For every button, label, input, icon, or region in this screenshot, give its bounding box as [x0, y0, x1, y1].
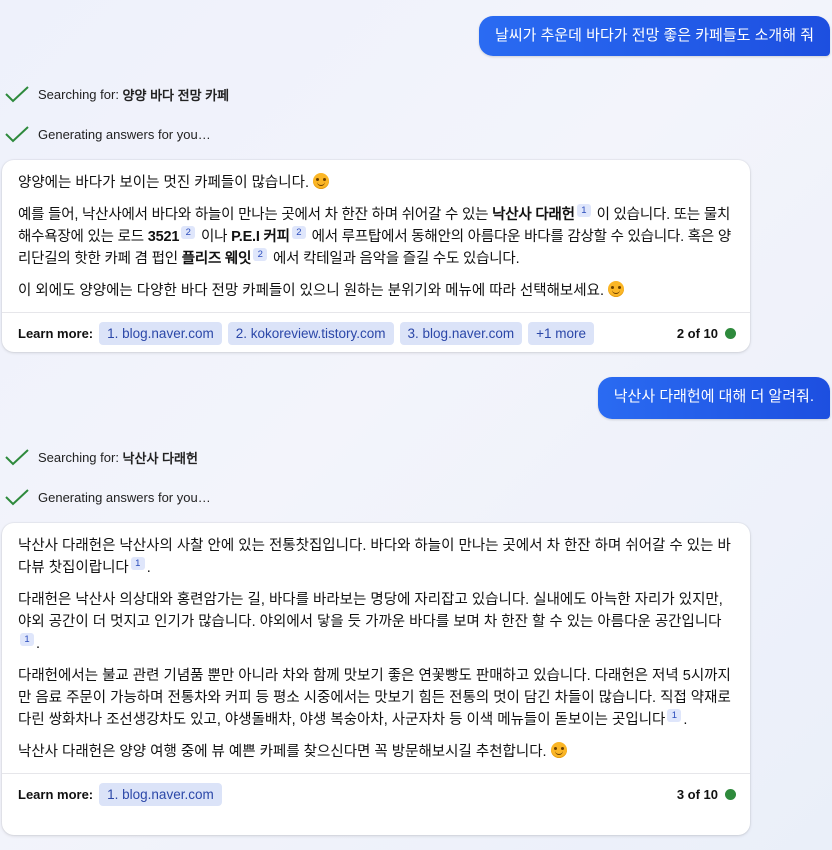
user-message: 날씨가 추운데 바다가 전망 좋은 카페들도 소개해 줘	[479, 16, 830, 56]
learn-more-label: Learn more:	[18, 325, 94, 341]
source-link-1[interactable]: 1. blog.naver.com	[99, 321, 222, 345]
generating-text: Generating answers for you…	[38, 489, 211, 505]
user-message-text: 낙산사 다래헌에 대해 더 알려줘.	[613, 388, 814, 405]
answer-paragraph: 이 외에도 양양에는 다양한 바다 전망 카페들이 있으니 원하는 분위기와 메…	[18, 280, 734, 302]
searching-query: 낙산사 다래헌	[122, 450, 198, 466]
user-message: 낙산사 다래헌에 대해 더 알려줘.	[597, 377, 830, 419]
generating-status: Generating answers for you…	[0, 123, 211, 145]
answer-paragraph: 다래헌은 낙산사 의상대와 홍련암가는 길, 바다를 바라보는 명당에 자리잡고…	[18, 592, 723, 652]
smiley-emoji-icon	[607, 281, 624, 297]
place-name: 플리즈 웨잇	[181, 251, 252, 267]
citation-badge[interactable]: 1	[130, 557, 145, 570]
answer-text: 예를 들어, 낙산사에서 바다와 하늘이 만나는 곳에서 차 한잔 하며 쉬어갈…	[18, 207, 493, 223]
answer-text: 낙산사 다래헌은 양양 여행 중에 뷰 예쁜 카페를 찾으신다면 꼭 방문해보시…	[18, 744, 547, 760]
generating-status: Generating answers for you…	[0, 486, 211, 508]
answer-text: 에서 칵테일과 음악을 즐길 수도 있습니다.	[269, 251, 520, 267]
answer-paragraph: 양양에는 바다가 보이는 멋진 카페들이 많습니다.	[18, 172, 734, 194]
more-sources-button[interactable]: +1 more	[528, 321, 595, 345]
status-dot-icon	[725, 788, 736, 800]
learn-more-bar: Learn more: 1. blog.naver.com 3 of 10	[2, 773, 750, 814]
learn-more-bar: Learn more: 1. blog.naver.com 2. kokorev…	[2, 312, 750, 353]
citation-badge[interactable]: 2	[291, 226, 306, 239]
response-counter-text: 2 of 10	[676, 325, 718, 341]
source-link-1[interactable]: 1. blog.naver.com	[99, 782, 222, 806]
answer-paragraph: 예를 들어, 낙산사에서 바다와 하늘이 만나는 곳에서 차 한잔 하며 쉬어갈…	[18, 204, 734, 270]
checkmark-icon	[5, 126, 29, 143]
citation-badge[interactable]: 1	[667, 709, 682, 722]
response-counter: 3 of 10	[677, 787, 736, 802]
answer-body: 낙산사 다래헌은 낙산사의 사찰 안에 있는 전통찻집입니다. 바다와 하늘이 …	[2, 523, 750, 763]
answer-paragraph: 다래헌에서는 불교 관련 기념품 뿐만 아니라 차와 함께 맛보기 좋은 연꽃빵…	[18, 668, 731, 728]
citation-badge[interactable]: 1	[20, 633, 34, 646]
response-counter-text: 3 of 10	[676, 786, 718, 802]
searching-status: Searching for: 양양 바다 전망 카페	[0, 83, 229, 105]
checkmark-icon	[5, 489, 29, 506]
citation-badge[interactable]: 1	[576, 204, 591, 217]
answer-text: 이나	[197, 229, 232, 245]
place-name: 3521	[147, 229, 180, 245]
answer-paragraph: 낙산사 다래헌은 낙산사의 사찰 안에 있는 전통찻집입니다. 바다와 하늘이 …	[18, 538, 731, 576]
searching-prefix: Searching for:	[38, 449, 123, 465]
status-dot-icon	[725, 327, 736, 339]
source-link-2[interactable]: 2. kokoreview.tistory.com	[227, 321, 394, 345]
searching-status: Searching for: 낙산사 다래헌	[0, 446, 198, 468]
answer-paragraph: 낙산사 다래헌은 양양 여행 중에 뷰 예쁜 카페를 찾으신다면 꼭 방문해보시…	[18, 741, 734, 763]
answer-text: 다래헌은 낙산사 의상대와 홍련암가는 길, 바다를 바라보는 명당에 자리잡고…	[18, 592, 723, 630]
answer-text: 낙산사 다래헌은 낙산사의 사찰 안에 있는 전통찻집입니다. 바다와 하늘이 …	[18, 538, 731, 576]
citation-badge[interactable]: 2	[181, 226, 196, 239]
place-name: P.E.I 커피	[231, 229, 290, 245]
generating-text: Generating answers for you…	[38, 126, 211, 142]
answer-text: 이 외에도 양양에는 다양한 바다 전망 카페들이 있으니 원하는 분위기와 메…	[18, 283, 604, 299]
bot-answer-card: 양양에는 바다가 보이는 멋진 카페들이 많습니다. 예를 들어, 낙산사에서 …	[2, 160, 750, 352]
user-message-text: 날씨가 추운데 바다가 전망 좋은 카페들도 소개해 줘	[495, 27, 814, 44]
learn-more-label: Learn more:	[18, 786, 94, 802]
citation-badge[interactable]: 2	[253, 248, 268, 261]
checkmark-icon	[5, 449, 29, 466]
bot-answer-card: 낙산사 다래헌은 낙산사의 사찰 안에 있는 전통찻집입니다. 바다와 하늘이 …	[2, 523, 750, 835]
answer-text: 다래헌에서는 불교 관련 기념품 뿐만 아니라 차와 함께 맛보기 좋은 연꽃빵…	[18, 668, 731, 728]
answer-body: 양양에는 바다가 보이는 멋진 카페들이 많습니다. 예를 들어, 낙산사에서 …	[2, 160, 750, 302]
searching-query: 양양 바다 전망 카페	[122, 87, 230, 103]
checkmark-icon	[5, 86, 29, 103]
place-name: 낙산사 다래헌	[492, 207, 575, 223]
smiley-emoji-icon	[550, 742, 567, 758]
response-counter: 2 of 10	[677, 326, 736, 341]
source-link-3[interactable]: 3. blog.naver.com	[399, 321, 523, 345]
answer-text: 양양에는 바다가 보이는 멋진 카페들이 많습니다.	[18, 175, 309, 191]
smiley-emoji-icon	[312, 173, 329, 189]
searching-prefix: Searching for:	[38, 86, 123, 102]
